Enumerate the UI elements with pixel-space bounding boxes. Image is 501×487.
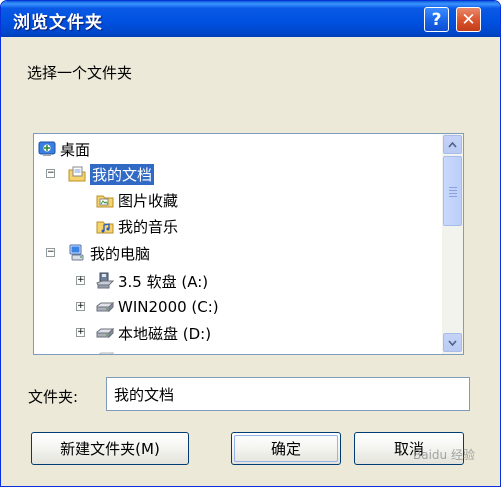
tree-item-music[interactable]: 我的音乐 [96, 215, 178, 237]
collapse-toggle[interactable]: − [46, 248, 55, 257]
tree-item-label: 3.5 软盘 (A:) [118, 272, 209, 291]
tree-item-label: WIN2000 (C:) [118, 298, 219, 316]
ok-button-label: 确定 [270, 440, 301, 458]
expand-toggle[interactable]: + [76, 276, 85, 285]
tree-item-drive-d[interactable]: 本地磁盘 (D:) [96, 322, 211, 344]
tree-item-label: 我的音乐 [118, 217, 179, 236]
collapse-toggle[interactable]: − [46, 169, 55, 178]
tree-scrollbar[interactable] [442, 134, 463, 354]
expand-toggle[interactable]: + [76, 328, 85, 337]
tree-item-label: 桌面 [60, 140, 91, 159]
title-bar[interactable]: 浏览文件夹 ? ✕ [1, 1, 500, 37]
desktop-icon [38, 141, 56, 156]
hard-drive-icon [96, 301, 114, 313]
help-icon: ? [431, 9, 442, 30]
tree-item-my-documents[interactable]: 我的文档 [68, 163, 155, 185]
dialog-prompt: 选择一个文件夹 [27, 64, 133, 82]
tree-item-pictures[interactable]: 图片收藏 [96, 189, 178, 211]
cd-drive-icon [98, 352, 114, 354]
browse-folder-dialog: 浏览文件夹 ? ✕ 选择一个文件夹 桌面 − 我的文档 图片收藏 我的音乐 − … [0, 0, 501, 487]
floppy-drive-icon [96, 272, 114, 289]
folder-field-label: 文件夹: [28, 388, 79, 406]
close-icon: ✕ [461, 9, 476, 30]
baidu-watermark: Baidu 经验 [413, 448, 475, 462]
tree-item-label: 我的文档 [90, 163, 155, 185]
chevron-up-icon [448, 141, 457, 148]
window-title: 浏览文件夹 [13, 13, 103, 33]
tree-item-my-computer[interactable]: 我的电脑 [68, 242, 150, 264]
tree-item-label: 我的电脑 [90, 244, 151, 263]
scroll-up-arrow[interactable] [443, 135, 462, 154]
tree-item-floppy-drive[interactable]: 3.5 软盘 (A:) [96, 270, 208, 292]
expand-toggle[interactable]: + [76, 302, 85, 311]
close-button[interactable]: ✕ [456, 7, 481, 32]
scroll-down-arrow[interactable] [443, 333, 462, 352]
folder-name-input[interactable] [106, 377, 470, 411]
tree-item-desktop[interactable]: 桌面 [38, 138, 90, 160]
my-computer-icon [69, 244, 84, 261]
tree-item-partial [96, 346, 118, 354]
ok-button[interactable]: 确定 [231, 432, 341, 465]
chevron-down-icon [448, 339, 457, 346]
scroll-thumb[interactable] [443, 156, 462, 226]
music-folder-icon [96, 221, 114, 234]
tree-item-drive-c[interactable]: WIN2000 (C:) [96, 296, 219, 318]
new-folder-button[interactable]: 新建文件夹(M) [31, 432, 189, 465]
hard-drive-icon [96, 327, 114, 339]
folder-tree[interactable]: 桌面 − 我的文档 图片收藏 我的音乐 − 我的电脑 + 3.5 软盘 (A:)… [33, 133, 464, 355]
my-documents-icon [68, 166, 86, 182]
tree-item-label: 本地磁盘 (D:) [118, 324, 212, 343]
help-button[interactable]: ? [424, 7, 449, 32]
pictures-folder-icon [96, 195, 114, 208]
tree-item-label: 图片收藏 [118, 191, 179, 210]
